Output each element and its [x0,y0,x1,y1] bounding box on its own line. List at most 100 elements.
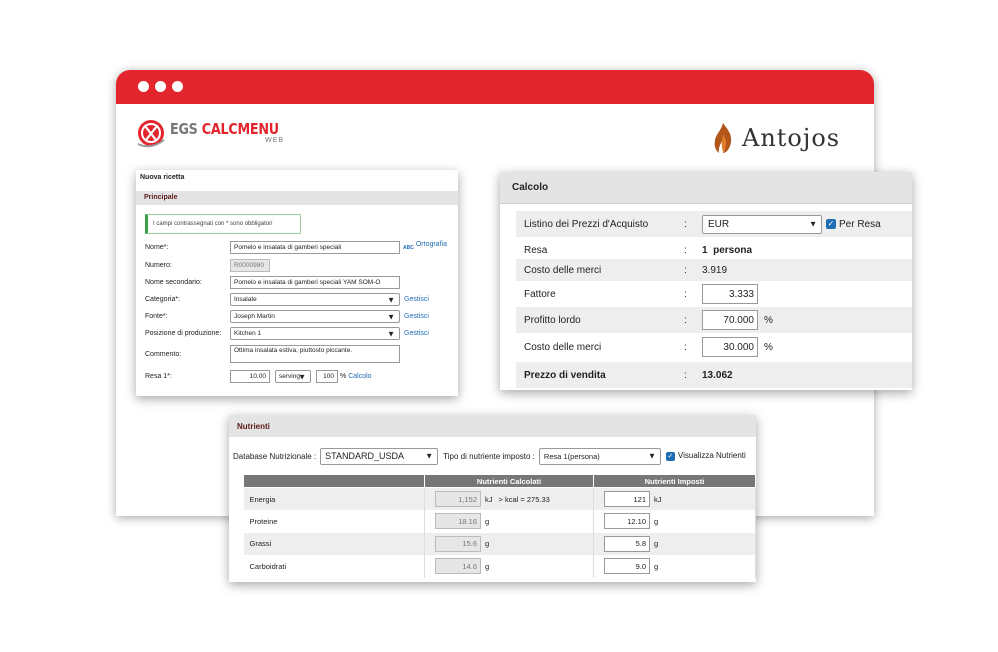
calcmenu-logo: EGS CALCMENU WEB [136,118,298,148]
fonte-select[interactable]: Joseph Martin ▼ [230,310,400,323]
fonte-label: Fonte*: [145,313,168,320]
chevron-down-icon: ▼ [387,295,395,304]
gestisci-fonte-link[interactable]: Gestisci [404,313,429,320]
nutrients-table: Nutrienti Calcolati Nutrienti Imposti En… [243,474,756,578]
categoria-row: Categoria*: Insalate ▼ Gestisci [145,293,429,306]
nome-secondario-row: Nome secondario: [145,276,400,289]
window-title-bar [116,70,874,104]
nutrient-imposed-field[interactable] [604,513,650,530]
profitto-unit: % [764,314,773,326]
spellcheck-icon: ABC [403,244,414,251]
resa-calc-value: 1 persona [702,244,753,256]
nutrient-calculated-field [435,513,481,530]
calcolo-panel: Calcolo Listino dei Prezzi d'Acquisto : … [500,172,912,390]
nutrient-name: Energia [243,487,425,510]
profitto-field[interactable] [702,310,758,330]
nome-secondario-field[interactable] [230,276,400,289]
categoria-select[interactable]: Insalate ▼ [230,293,400,306]
database-label: Database Nutrizionale : [233,451,317,461]
commento-label: Commento: [145,351,182,358]
costo-merci-value: 3.919 [702,264,728,276]
nutrient-calculated-cell: g [424,532,594,555]
fattore-field[interactable] [702,284,758,304]
resa-unit-select[interactable]: serving ▼ [275,370,311,383]
costo-merci-percent-label: Costo delle merci [524,341,602,353]
nome-label: Nome*: [145,244,169,251]
nutrient-imposed-cell: kJ [593,487,756,510]
colon: : [684,218,687,230]
profitto-row: Profitto lordo : % [516,307,912,333]
nutrient-calculated-field [435,558,481,575]
nutrient-calculated-cell: kJ > kcal = 275.33 [424,487,594,510]
resa-percent-field[interactable] [316,370,338,383]
col-header-calcolati: Nutrienti Calcolati [424,474,594,488]
nutrient-calculated-unit: kJ [485,494,493,504]
listino-select[interactable]: EUR ▼ [702,214,822,234]
nutrient-name: Grassi [243,532,425,555]
nome-row: Nome*: ABC Ortografia [145,241,447,254]
tipo-nutriente-select[interactable]: Resa 1(persona) ▼ [538,447,661,465]
tipo-nutriente-label: Tipo di nutriente imposto : [443,451,535,461]
nutrient-kcal-note: > kcal = 275.33 [498,494,550,504]
database-select[interactable]: STANDARD_USDA ▼ [320,447,439,465]
nutrient-imposed-unit: g [654,516,659,526]
col-header-imposti: Nutrienti Imposti [593,474,756,488]
calcolo-link[interactable]: Calcolo [348,373,371,380]
posizione-select[interactable]: Kitchen 1 ▼ [230,327,400,340]
nutrient-imposed-field[interactable] [604,535,650,552]
prezzo-vendita-row: Prezzo di vendita : 13.062 [516,362,912,388]
chevron-down-icon: ▼ [387,329,395,338]
nutrient-name: Carboidrati [243,555,425,578]
visualizza-nutrienti-checkbox[interactable]: ✓ Visualizza Nutrienti [665,451,746,461]
chevron-down-icon: ▼ [425,451,434,461]
commento-textarea[interactable]: Ottima insalata estiva, piuttosto piccan… [230,345,400,363]
nutrient-row: Carboidrati g g [243,555,756,578]
stage: EGS CALCMENU WEB Antojos Nuova ricetta P… [0,0,998,652]
nutrient-row: Energia kJ > kcal = 275.33 kJ [243,487,756,510]
posizione-label: Posizione di produzione: [145,330,222,337]
calcmenu-logo-icon [137,120,165,148]
chevron-down-icon: ▼ [298,372,306,381]
gestisci-posizione-link[interactable]: Gestisci [404,330,429,337]
fattore-row: Fattore : [516,281,912,307]
nutrient-row: Grassi g g [243,532,756,555]
nome-secondario-label: Nome secondario: [145,279,202,286]
calcmenu-brand-prefix: EGS [170,120,202,138]
gestisci-categoria-link[interactable]: Gestisci [404,296,429,303]
nutrienti-panel: Nutrienti Database Nutrizionale : STANDA… [229,415,756,582]
window-dot-icon [138,81,149,92]
prezzo-vendita-value: 13.062 [702,369,733,381]
nutrient-imposed-unit: g [654,561,659,571]
nome-field[interactable] [230,241,400,254]
numero-row: Numero: [145,259,270,272]
nutrient-imposed-field[interactable] [604,558,650,575]
chevron-down-icon: ▼ [647,451,656,461]
commento-row: Commento: Ottima insalata estiva, piutto… [145,345,400,363]
per-resa-checkbox[interactable]: ✓ Per Resa [826,219,881,230]
listino-label: Listino dei Prezzi d'Acquisto [524,218,649,230]
resa-calc-label: Resa [524,244,548,256]
costo-merci-percent-field[interactable] [702,337,758,357]
window-dot-icon [172,81,183,92]
percent-sign: % [340,373,347,380]
resa-label: Resa 1*: [145,373,172,380]
resa-row: Resa 1*: serving▼ % Calcolo [145,370,372,383]
window-dot-icon [155,81,166,92]
fattore-label: Fattore [524,288,556,300]
calcmenu-brand-name: CALCMENU [201,120,279,138]
costo-merci-percent-unit: % [764,341,773,353]
nutrient-imposed-cell: g [593,532,756,555]
nutrient-imposed-field[interactable] [604,491,650,507]
nutrient-calculated-unit: g [485,539,490,549]
numero-label: Numero: [145,262,172,269]
section-header-principale: Principale [136,191,458,205]
nutrient-row: Proteine g g [243,510,756,533]
profitto-label: Profitto lordo [524,314,581,326]
calcolo-header: Calcolo [500,172,912,204]
numero-field [230,259,270,272]
nutrient-imposed-cell: g [593,555,756,578]
nutrient-calculated-unit: g [485,561,490,571]
ortografia-link[interactable]: Ortografia [416,241,447,248]
resa-quantity-field[interactable] [230,370,270,383]
chevron-down-icon: ▼ [809,219,817,229]
